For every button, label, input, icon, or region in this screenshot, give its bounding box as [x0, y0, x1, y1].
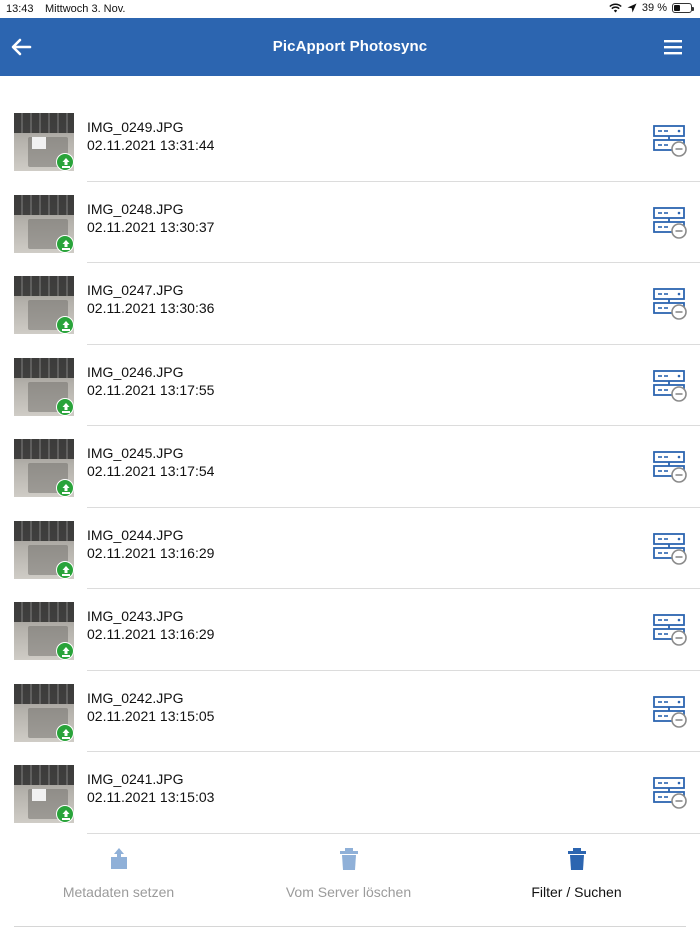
battery-percent: 39 % [641, 2, 667, 14]
battery-icon [672, 3, 694, 13]
upload-status-icon [56, 642, 74, 660]
status-indicators: 39 % [609, 2, 694, 14]
photo-list: IMG_0249.JPG 02.11.2021 13:31:44 IMG_024… [0, 100, 700, 834]
photo-date: 02.11.2021 13:30:37 [87, 218, 215, 235]
server-delete-icon[interactable] [651, 368, 687, 404]
location-arrow-icon [627, 3, 637, 13]
hamburger-menu-icon[interactable] [662, 38, 684, 56]
photo-filename: IMG_0246.JPG [87, 363, 184, 380]
photo-list-item[interactable]: IMG_0246.JPG 02.11.2021 13:17:55 [0, 345, 700, 426]
server-delete-icon[interactable] [651, 205, 687, 241]
photo-list-item[interactable]: IMG_0243.JPG 02.11.2021 13:16:29 [0, 589, 700, 671]
server-delete-icon[interactable] [651, 612, 687, 648]
wifi-icon [609, 3, 622, 13]
set-metadata-label: Metadaten setzen [62, 884, 175, 900]
upload-status-icon [56, 234, 74, 253]
photo-date: 02.11.2021 13:31:44 [87, 137, 215, 153]
delete-from-server-button[interactable]: Vom Server löschen [232, 838, 465, 910]
server-delete-icon[interactable] [651, 531, 687, 567]
photo-list-item[interactable]: IMG_0244.JPG 02.11.2021 13:16:29 [0, 508, 700, 589]
photo-filename: IMG_0247.JPG [87, 282, 184, 298]
photo-date: 02.11.2021 13:16:29 [87, 626, 215, 642]
photo-date: 02.11.2021 13:17:55 [87, 381, 215, 398]
photo-filename: IMG_0244.JPG [87, 526, 184, 543]
bottom-toolbar: Metadaten setzen Vom Server löschen Filt… [0, 838, 700, 910]
server-delete-icon[interactable] [651, 775, 687, 811]
status-time: 13:43 [6, 3, 34, 15]
filter-search-label: Filter / Suchen [531, 884, 622, 900]
photo-list-item[interactable]: IMG_0242.JPG 02.11.2021 13:15:05 [0, 671, 700, 752]
upload-status-icon [56, 397, 74, 416]
photo-date: 02.11.2021 13:17:54 [87, 463, 215, 479]
upload-status-icon [56, 723, 74, 742]
photo-filename: IMG_0242.JPG [87, 689, 184, 706]
page-title: PicApport Photosync [272, 38, 428, 55]
trash-icon [339, 848, 358, 870]
header-bar: PicApport Photosync [0, 18, 700, 76]
photo-list-item[interactable]: IMG_0247.JPG 02.11.2021 13:30:36 [0, 263, 700, 345]
photo-date: 02.11.2021 13:15:05 [87, 707, 215, 724]
status-date: Mittwoch 3. Nov. [45, 3, 126, 15]
status-bar: 13:43 Mittwoch 3. Nov. 39 % [0, 0, 700, 18]
server-delete-icon[interactable] [651, 694, 687, 730]
photo-list-item[interactable]: IMG_0249.JPG 02.11.2021 13:31:44 [0, 100, 700, 182]
photo-filename: IMG_0249.JPG [87, 119, 184, 135]
row-divider [87, 832, 700, 834]
server-delete-icon[interactable] [651, 449, 687, 485]
photo-filename: IMG_0243.JPG [87, 608, 184, 624]
photo-filename: IMG_0248.JPG [87, 200, 184, 217]
upload-status-icon [56, 560, 74, 579]
server-delete-icon[interactable] [651, 286, 687, 322]
delete-from-server-label: Vom Server löschen [285, 884, 412, 900]
server-delete-icon[interactable] [651, 123, 687, 159]
photo-date: 02.11.2021 13:15:03 [87, 789, 215, 805]
photo-list-item[interactable]: IMG_0248.JPG 02.11.2021 13:30:37 [0, 182, 700, 263]
upload-status-icon [56, 805, 74, 823]
upload-status-icon [56, 153, 74, 171]
photo-date: 02.11.2021 13:30:36 [87, 300, 215, 316]
upload-status-icon [56, 316, 74, 334]
upload-status-icon [56, 479, 74, 497]
bottom-divider [14, 926, 686, 927]
upload-icon [110, 848, 127, 869]
photo-list-item[interactable]: IMG_0245.JPG 02.11.2021 13:17:54 [0, 426, 700, 508]
photo-filename: IMG_0241.JPG [87, 771, 184, 787]
photo-list-item[interactable]: IMG_0241.JPG 02.11.2021 13:15:03 [0, 752, 700, 834]
photo-date: 02.11.2021 13:16:29 [87, 544, 215, 561]
set-metadata-button[interactable]: Metadaten setzen [2, 838, 235, 910]
trash-icon [567, 848, 586, 870]
photo-filename: IMG_0245.JPG [87, 445, 184, 461]
filter-search-button[interactable]: Filter / Suchen [460, 838, 693, 910]
